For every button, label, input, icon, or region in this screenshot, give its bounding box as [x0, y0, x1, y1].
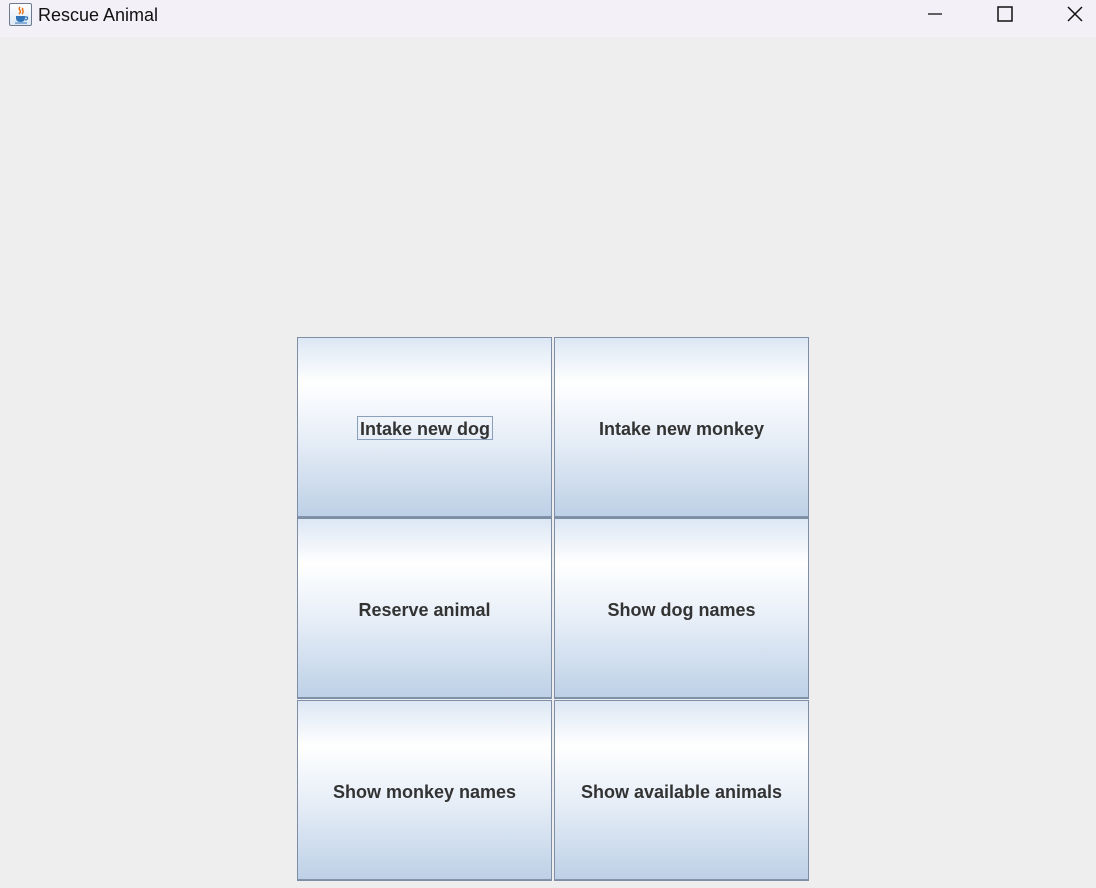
maximize-button[interactable]: [970, 0, 1040, 31]
show-monkey-names-label: Show monkey names: [332, 782, 517, 802]
minimize-icon: [928, 13, 942, 15]
java-cup-icon: [9, 3, 32, 26]
rescue-animal-window: Rescue Animal Intake new dog Intake new …: [0, 0, 1096, 888]
minimize-button[interactable]: [900, 0, 970, 31]
close-icon: [1067, 6, 1083, 22]
show-dog-names-label: Show dog names: [607, 600, 756, 620]
show-available-animals-label: Show available animals: [580, 782, 783, 802]
reserve-animal-button[interactable]: Reserve animal: [297, 518, 552, 699]
java-cup-icon-graphic: [15, 6, 29, 24]
close-button[interactable]: [1040, 0, 1096, 31]
show-available-animals-button[interactable]: Show available animals: [554, 700, 809, 881]
show-monkey-names-button[interactable]: Show monkey names: [297, 700, 552, 881]
window-title: Rescue Animal: [38, 5, 159, 25]
rescue-animal-action-grid: Intake new dog Intake new monkey Reserve…: [297, 337, 810, 881]
intake-new-monkey-button[interactable]: Intake new monkey: [554, 337, 809, 518]
intake-new-dog-button[interactable]: Intake new dog: [297, 337, 552, 518]
intake-new-dog-label: Intake new dog: [359, 419, 491, 439]
show-dog-names-button[interactable]: Show dog names: [554, 518, 809, 699]
reserve-animal-label: Reserve animal: [358, 600, 491, 620]
maximize-icon: [997, 6, 1013, 22]
intake-new-monkey-label: Intake new monkey: [598, 419, 765, 439]
title-bar[interactable]: Rescue Animal: [0, 0, 1096, 37]
